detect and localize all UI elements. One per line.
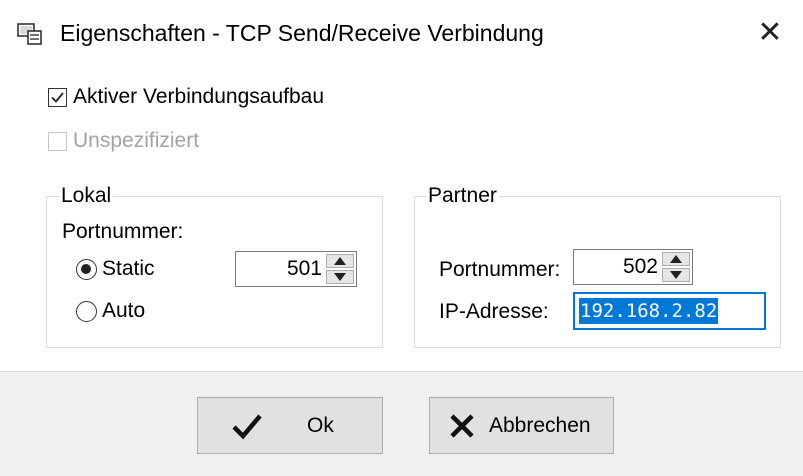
local-port-stepper[interactable]: 501	[235, 251, 357, 287]
window-title: Eigenschaften - TCP Send/Receive Verbind…	[60, 20, 544, 46]
local-port-increment-button[interactable]	[326, 254, 354, 268]
auto-radio-label[interactable]: Auto	[102, 298, 145, 324]
triangle-up-icon	[334, 257, 346, 265]
triangle-down-icon	[670, 271, 682, 279]
close-button[interactable]: ✕	[752, 18, 788, 50]
radio-selected-dot	[81, 264, 91, 274]
button-bar: Ok Abbrechen	[0, 372, 803, 476]
active-connection-checkbox[interactable]	[48, 88, 67, 107]
ok-button[interactable]: Ok	[197, 397, 383, 454]
auto-radio[interactable]	[76, 301, 97, 322]
active-connection-label[interactable]: Aktiver Verbindungsaufbau	[73, 84, 324, 110]
cancel-button-label: Abbrechen	[489, 414, 591, 437]
triangle-up-icon	[670, 255, 682, 263]
connection-properties-icon	[17, 22, 43, 46]
partner-group-legend: Partner	[426, 183, 499, 209]
title-bar[interactable]: Eigenschaften - TCP Send/Receive Verbind…	[0, 0, 803, 66]
static-radio[interactable]	[76, 259, 97, 280]
checkmark-icon	[232, 414, 262, 440]
static-radio-label[interactable]: Static	[102, 256, 155, 282]
checkmark-icon	[51, 92, 64, 103]
cancel-button[interactable]: Abbrechen	[429, 397, 614, 454]
close-icon: ✕	[757, 16, 783, 49]
local-group-legend: Lokal	[59, 183, 114, 209]
partner-port-spin-buttons	[662, 252, 690, 282]
ip-address-input[interactable]: 192.168.2.82	[573, 292, 766, 330]
local-port-spin-buttons	[326, 254, 354, 284]
partner-port-stepper[interactable]: 502	[573, 249, 693, 285]
unspecified-checkbox[interactable]	[48, 132, 67, 151]
ip-address-label: IP-Adresse:	[439, 300, 549, 323]
unspecified-label: Unspezifiziert	[73, 129, 200, 152]
local-port-label: Portnummer:	[62, 220, 184, 243]
partner-port-increment-button[interactable]	[662, 252, 690, 266]
partner-port-decrement-button[interactable]	[662, 268, 690, 282]
ok-button-label: Ok	[307, 414, 334, 437]
ip-address-value[interactable]: 192.168.2.82	[579, 298, 719, 324]
partner-port-value[interactable]: 502	[623, 254, 658, 280]
triangle-down-icon	[334, 273, 346, 281]
properties-dialog: Eigenschaften - TCP Send/Receive Verbind…	[0, 0, 803, 476]
partner-port-label: Portnummer:	[439, 258, 561, 281]
local-port-decrement-button[interactable]	[326, 270, 354, 284]
x-icon	[450, 414, 474, 438]
local-port-value[interactable]: 501	[287, 256, 322, 282]
